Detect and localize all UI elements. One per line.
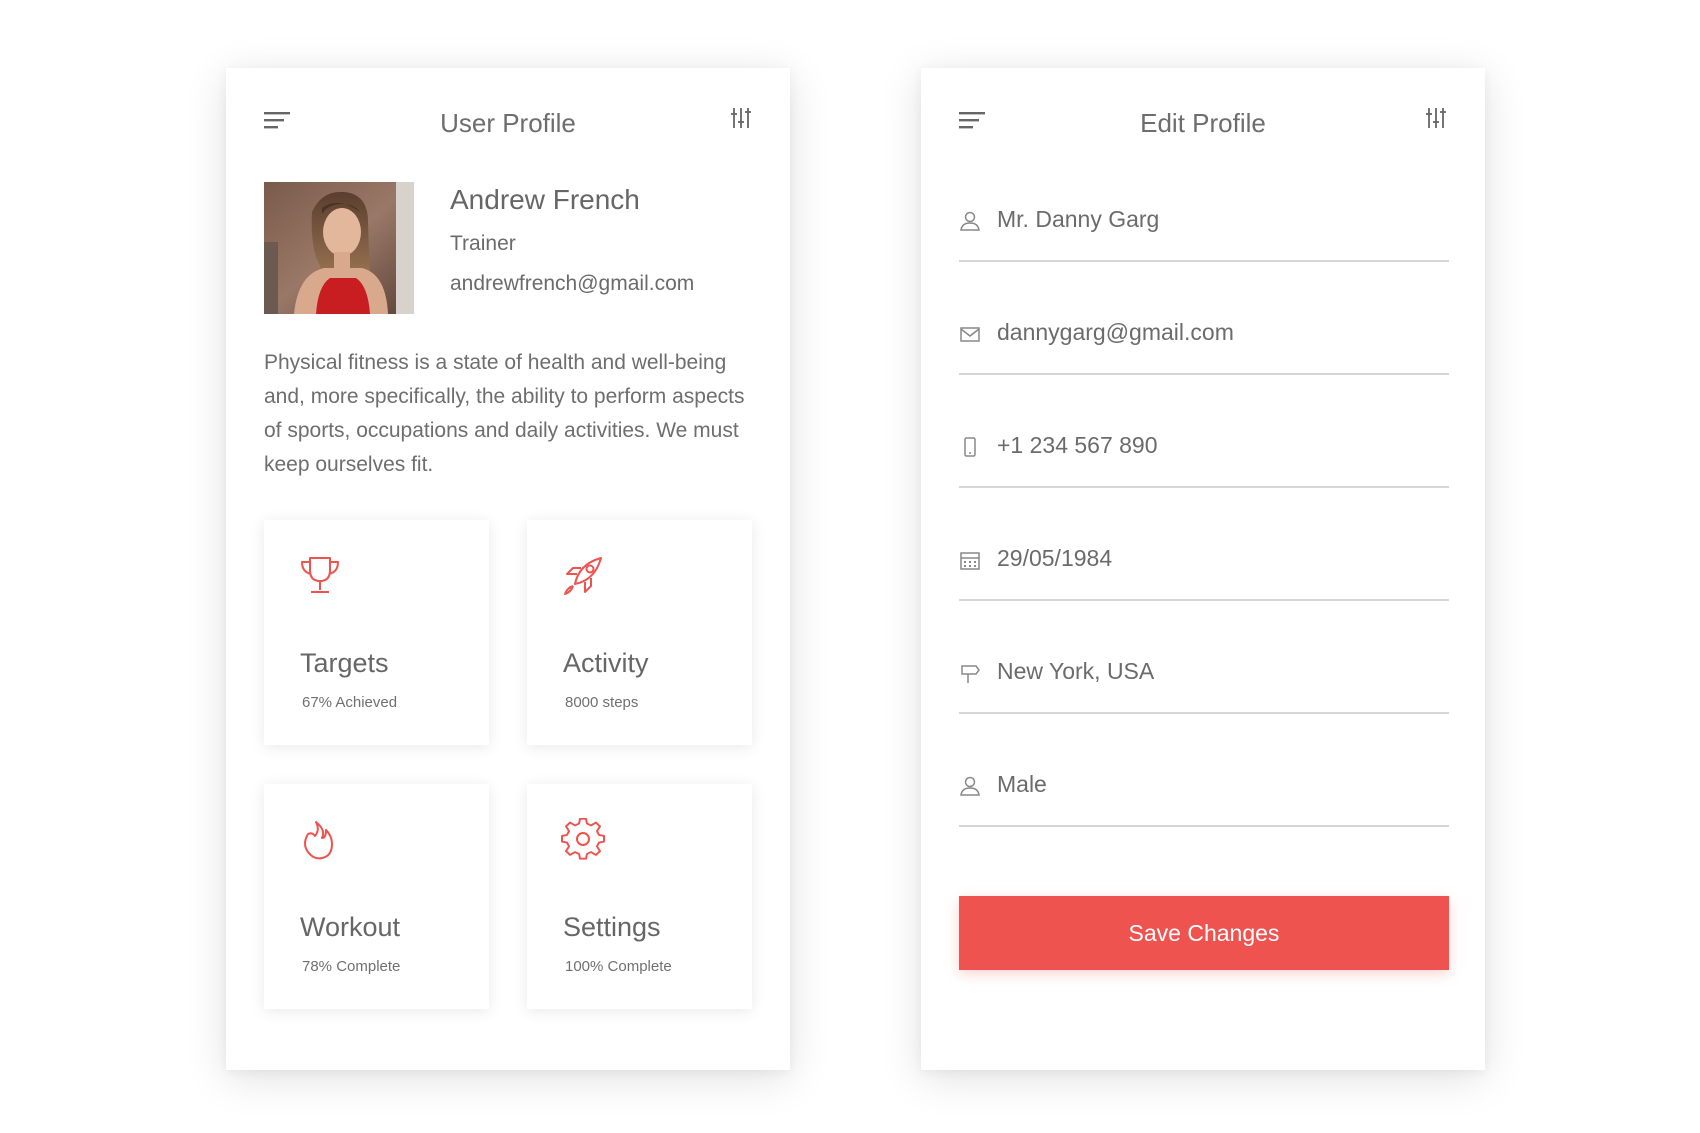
user-icon	[959, 775, 981, 797]
name-input[interactable]	[997, 206, 1437, 233]
tile-title: Settings	[563, 912, 661, 942]
phone-icon	[959, 436, 981, 458]
flame-icon	[298, 818, 342, 862]
email-field	[959, 299, 1449, 412]
field-divider	[959, 825, 1449, 827]
profile-bio: Physical fitness is a state of health an…	[264, 351, 745, 476]
edit-topbar: Edit Profile	[959, 98, 1447, 152]
tile-targets[interactable]: Targets 67% Achieved	[264, 520, 489, 745]
field-divider	[959, 712, 1449, 714]
gender-field	[959, 751, 1449, 864]
profile-topbar: User Profile	[264, 98, 752, 152]
field-divider	[959, 260, 1449, 262]
birthdate-input[interactable]	[997, 545, 1437, 572]
edit-form	[959, 186, 1449, 864]
location-input[interactable]	[997, 658, 1437, 685]
field-divider	[959, 373, 1449, 375]
phone-input[interactable]	[997, 432, 1437, 459]
profile-name: Andrew French	[450, 184, 640, 215]
sliders-icon[interactable]	[1425, 106, 1447, 130]
field-divider	[959, 486, 1449, 488]
birthdate-field	[959, 525, 1449, 638]
trophy-icon	[298, 554, 342, 598]
gender-input[interactable]	[997, 771, 1437, 798]
tile-subtitle: 8000 steps	[565, 694, 639, 711]
tile-workout[interactable]: Workout 78% Complete	[264, 784, 489, 1009]
user-icon	[959, 210, 981, 232]
phone-field	[959, 412, 1449, 525]
profile-header: Andrew French Trainer andrewfrench@gmail…	[264, 182, 752, 318]
field-divider	[959, 599, 1449, 601]
name-field	[959, 186, 1449, 299]
save-changes-button[interactable]: Save Changes	[959, 896, 1449, 970]
profile-email: andrewfrench@gmail.com	[450, 272, 695, 295]
page-title: User Profile	[440, 108, 576, 138]
signpost-icon	[959, 662, 981, 684]
page-title: Edit Profile	[1140, 108, 1266, 138]
edit-profile-screen: Edit Profile Mr. Danny Garg dannygarg@gm…	[921, 68, 1485, 1070]
tile-subtitle: 67% Achieved	[302, 694, 398, 711]
rocket-icon	[561, 554, 605, 598]
tile-subtitle: 100% Complete	[565, 958, 672, 975]
tile-title: Activity	[563, 648, 649, 678]
email-input[interactable]	[997, 319, 1437, 346]
gear-icon	[561, 817, 605, 862]
avatar	[264, 182, 414, 314]
tile-title: Workout	[300, 912, 401, 942]
profile-info: Andrew French Trainer andrewfrench@gmail…	[450, 182, 694, 296]
stage: User Profile Andrew French Trainer andre…	[0, 0, 1700, 1133]
sliders-icon[interactable]	[730, 106, 752, 130]
tile-settings[interactable]: Settings 100% Complete	[527, 784, 752, 1009]
calendar-icon	[959, 549, 981, 571]
tile-subtitle: 78% Complete	[302, 958, 401, 975]
mail-icon	[959, 323, 981, 345]
tile-title: Targets	[300, 648, 389, 678]
location-field	[959, 638, 1449, 751]
profile-role: Trainer	[450, 232, 516, 255]
user-profile-screen: User Profile Andrew French Trainer andre…	[226, 68, 790, 1070]
tile-activity[interactable]: Activity 8000 steps	[527, 520, 752, 745]
